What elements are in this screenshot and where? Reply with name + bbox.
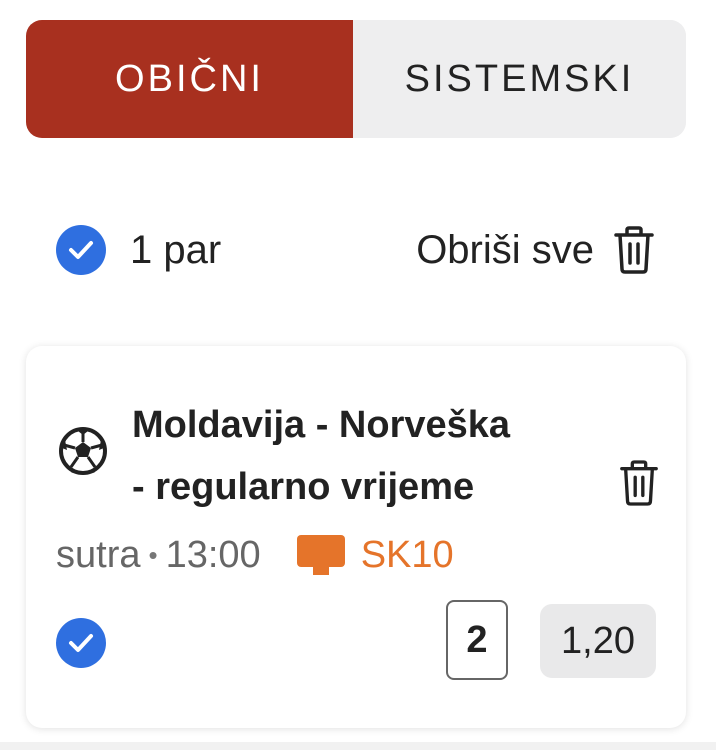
- remove-bet-trash-icon[interactable]: [618, 458, 660, 508]
- pair-count-group: 1 par: [56, 225, 221, 275]
- match-meta: sutra • 13:00 SK10: [56, 530, 454, 580]
- tab-obicni[interactable]: OBIČNI: [26, 20, 353, 138]
- delete-all-button[interactable]: Obriši sve: [416, 225, 656, 275]
- soccer-ball-icon: [59, 427, 107, 475]
- trash-icon: [614, 226, 654, 274]
- match-day: sutra: [56, 533, 141, 576]
- tv-channel: SK10: [295, 533, 454, 577]
- match-title-line2: - regularno vrijeme: [132, 466, 475, 508]
- bet-odds: 1,20: [540, 604, 656, 678]
- bottom-divider: [0, 742, 716, 750]
- pair-count: 1 par: [130, 227, 222, 272]
- ticket-summary: 1 par Obriši sve: [56, 222, 656, 278]
- delete-all-label: Obriši sve: [416, 227, 594, 272]
- bet-type-tabs: OBIČNI SISTEMSKI: [26, 20, 686, 138]
- tab-sistemski[interactable]: SISTEMSKI: [353, 20, 686, 138]
- tv-channel-label: SK10: [360, 533, 454, 576]
- separator-dot: •: [148, 539, 158, 570]
- match-title: Moldavija - Norveška - regularno vrijeme: [132, 394, 602, 518]
- check-icon[interactable]: [56, 225, 106, 275]
- match-title-line1: Moldavija - Norveška: [132, 404, 511, 446]
- bet-selection: 2: [446, 600, 508, 680]
- tv-icon: [296, 535, 345, 575]
- bet-card: Moldavija - Norveška - regularno vrijeme…: [26, 346, 686, 728]
- match-time: 13:00: [165, 533, 261, 576]
- bet-selected-check-icon[interactable]: [56, 618, 106, 668]
